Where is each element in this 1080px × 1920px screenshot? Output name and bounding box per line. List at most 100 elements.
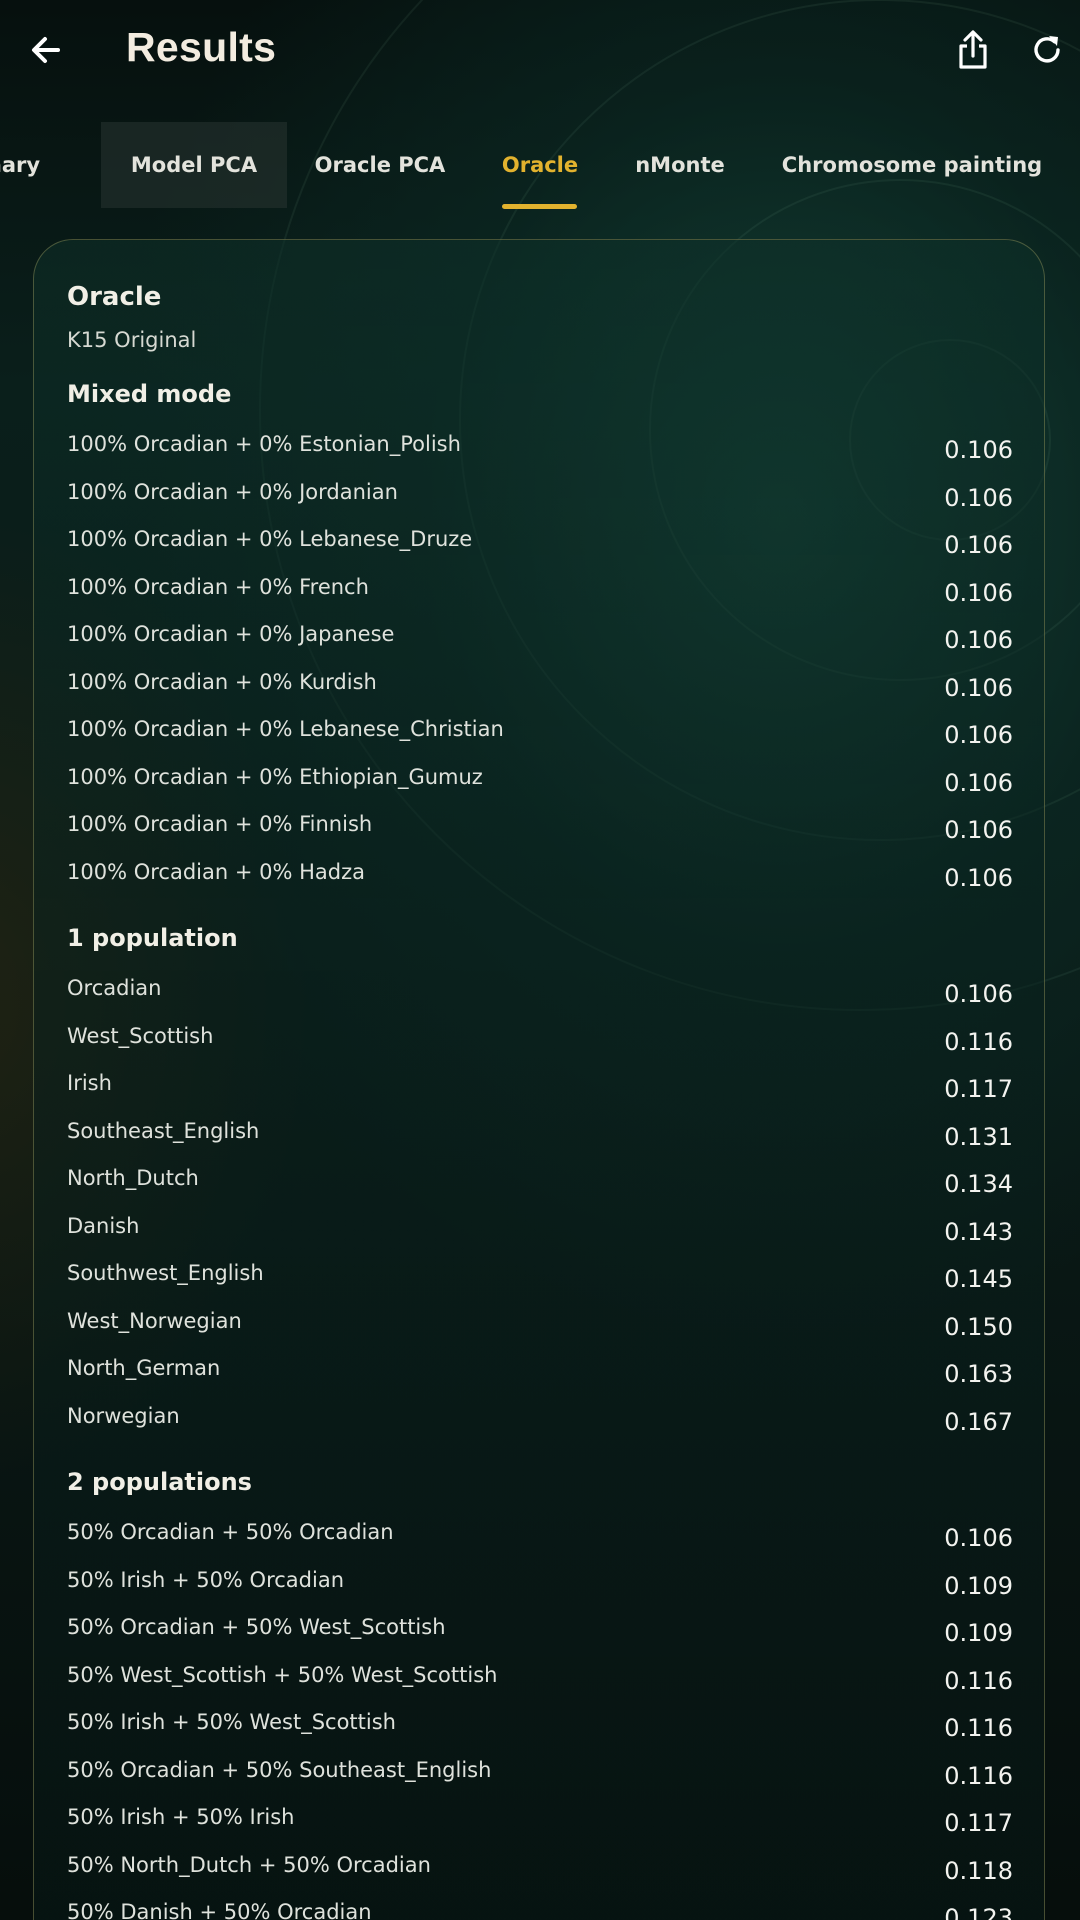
result-row: 50% Irish + 50% Orcadian 0.109	[67, 1568, 1013, 1608]
result-label: 100% Orcadian + 0% Ethiopian_Gumuz	[67, 764, 483, 789]
arrow-left-icon	[32, 37, 60, 63]
result-row: Southeast_English 0.131	[67, 1119, 1013, 1159]
result-row: 50% Danish + 50% Orcadian 0.123	[67, 1900, 1013, 1920]
result-row: Southwest_English 0.145	[67, 1261, 1013, 1301]
result-row: 100% Orcadian + 0% Kurdish 0.106	[67, 670, 1013, 710]
result-label: 100% Orcadian + 0% Finnish	[67, 812, 373, 836]
page-title: Results	[126, 24, 277, 70]
result-row: 100% Orcadian + 0% Lebanese_Druze 0.106	[67, 527, 1013, 567]
result-distance: 0.131	[944, 1122, 1013, 1151]
result-distance: 0.134	[944, 1170, 1013, 1198]
result-row: 100% Orcadian + 0% Jordanian 0.106	[67, 480, 1013, 520]
tab-oracle[interactable]: Oracle	[490, 122, 590, 208]
result-row: 50% Irish + 50% West_Scottish 0.116	[67, 1710, 1013, 1750]
result-distance: 0.106	[944, 578, 1013, 607]
result-row: 100% Orcadian + 0% Hadza 0.106	[67, 860, 1013, 900]
result-label: 100% Orcadian + 0% Hadza	[67, 859, 365, 884]
result-row: 100% Orcadian + 0% Lebanese_Christian 0.1…	[67, 717, 1013, 757]
result-label: 100% Orcadian + 0% Lebanese_Druze	[67, 527, 473, 551]
share-button[interactable]	[943, 20, 1003, 80]
result-row: 50% Irish + 50% Irish 0.117	[67, 1805, 1013, 1845]
result-row: 50% North_Dutch + 50% Orcadian 0.118	[67, 1853, 1013, 1893]
result-label: 50% North_Dutch + 50% Orcadian	[67, 1852, 431, 1877]
result-label: 50% Irish + 50% West_Scottish	[67, 1710, 396, 1734]
result-label: Southeast_English	[67, 1118, 260, 1143]
result-distance: 0.106	[944, 626, 1013, 654]
result-row: 50% Orcadian + 50% Orcadian 0.106	[67, 1520, 1013, 1560]
result-label: Orcadian	[67, 976, 162, 1000]
result-label: 100% Orcadian + 0% French	[67, 574, 369, 599]
result-label: 50% Irish + 50% Orcadian	[67, 1567, 345, 1592]
result-row: Norwegian 0.167	[67, 1404, 1013, 1444]
result-distance: 0.117	[944, 1075, 1013, 1103]
result-row: 100% Orcadian + 0% Japanese 0.106	[67, 622, 1013, 662]
result-distance: 0.163	[944, 1360, 1013, 1388]
result-row: 100% Orcadian + 0% Finnish 0.106	[67, 812, 1013, 852]
card-subtitle: K15 Original	[67, 328, 197, 352]
result-label: 100% Orcadian + 0% Jordanian	[67, 479, 398, 504]
result-row: North_Dutch 0.134	[67, 1166, 1013, 1206]
result-distance: 0.143	[944, 1217, 1013, 1246]
result-distance: 0.150	[944, 1312, 1013, 1341]
result-distance: 0.118	[944, 1856, 1013, 1885]
tab-model-pca[interactable]: Model PCA	[101, 122, 287, 208]
back-button[interactable]	[16, 20, 76, 80]
refresh-button[interactable]	[1017, 20, 1077, 80]
result-label: 100% Orcadian + 0% Lebanese_Christian	[67, 717, 504, 741]
results-screen: Results Summary Model PCA Oracle PCA Ora…	[0, 0, 1080, 1920]
result-distance: 0.106	[944, 531, 1013, 559]
result-distance: 0.106	[944, 673, 1013, 702]
top-app-bar: Results	[0, 0, 1080, 110]
tab-chromosome-painting[interactable]: Chromosome painting	[772, 122, 1052, 208]
result-label: 100% Orcadian + 0% Estonian_Polish	[67, 432, 461, 456]
result-label: 50% Danish + 50% Orcadian	[67, 1900, 372, 1920]
result-row: 50% Orcadian + 50% West_Scottish 0.109	[67, 1615, 1013, 1655]
result-label: West_Scottish	[67, 1023, 214, 1048]
result-label: Southwest_English	[67, 1261, 264, 1285]
result-label: 50% Orcadian + 50% West_Scottish	[67, 1615, 446, 1639]
tab-summary[interactable]: Summary	[0, 122, 88, 208]
result-distance: 0.106	[944, 768, 1013, 797]
result-row: 100% Orcadian + 0% Ethiopian_Gumuz 0.106	[67, 765, 1013, 805]
result-label: North_Dutch	[67, 1166, 199, 1190]
section-title-mixed-mode: Mixed mode	[67, 380, 232, 408]
result-label: Norwegian	[67, 1403, 180, 1428]
result-row: Danish 0.143	[67, 1214, 1013, 1254]
result-distance: 0.106	[944, 1524, 1013, 1552]
result-label: 100% Orcadian + 0% Kurdish	[67, 669, 377, 694]
tab-nmonte[interactable]: nMonte	[620, 122, 740, 208]
tab-oracle-pca[interactable]: Oracle PCA	[300, 122, 460, 208]
result-row: Orcadian 0.106	[67, 976, 1013, 1016]
result-distance: 0.145	[944, 1265, 1013, 1293]
result-distance: 0.116	[944, 1027, 1013, 1056]
result-distance: 0.117	[944, 1809, 1013, 1837]
result-distance: 0.106	[944, 816, 1013, 844]
result-distance: 0.167	[944, 1407, 1013, 1436]
result-label: Irish	[67, 1071, 112, 1095]
result-distance: 0.109	[944, 1619, 1013, 1647]
active-tab-indicator	[502, 204, 577, 209]
result-distance: 0.123	[944, 1904, 1013, 1920]
result-distance: 0.106	[944, 721, 1013, 749]
oracle-results-card: Oracle K15 Original Mixed mode 100% Orca…	[33, 239, 1045, 1920]
result-row: 100% Orcadian + 0% Estonian_Polish 0.106	[67, 432, 1013, 472]
section-title-1-population: 1 population	[67, 924, 238, 952]
result-row: 100% Orcadian + 0% French 0.106	[67, 575, 1013, 615]
results-tab-bar: Summary Model PCA Oracle PCA Oracle nMon…	[0, 120, 1080, 210]
result-label: West_Norwegian	[67, 1308, 242, 1333]
result-label: 50% Orcadian + 50% Southeast_English	[67, 1757, 492, 1782]
result-row: North_German 0.163	[67, 1356, 1013, 1396]
result-distance: 0.116	[944, 1714, 1013, 1742]
result-distance: 0.106	[944, 436, 1013, 464]
result-row: West_Norwegian 0.150	[67, 1309, 1013, 1349]
result-distance: 0.109	[944, 1571, 1013, 1600]
refresh-icon	[1034, 36, 1060, 63]
result-row: West_Scottish 0.116	[67, 1024, 1013, 1064]
result-distance: 0.106	[944, 863, 1013, 892]
tab-summary-label: Summary	[0, 153, 41, 177]
result-distance: 0.106	[944, 980, 1013, 1008]
card-title: Oracle	[67, 282, 162, 312]
section-title-2-populations: 2 populations	[67, 1468, 252, 1496]
result-label: 50% West_Scottish + 50% West_Scottish	[67, 1662, 498, 1687]
result-distance: 0.116	[944, 1761, 1013, 1790]
